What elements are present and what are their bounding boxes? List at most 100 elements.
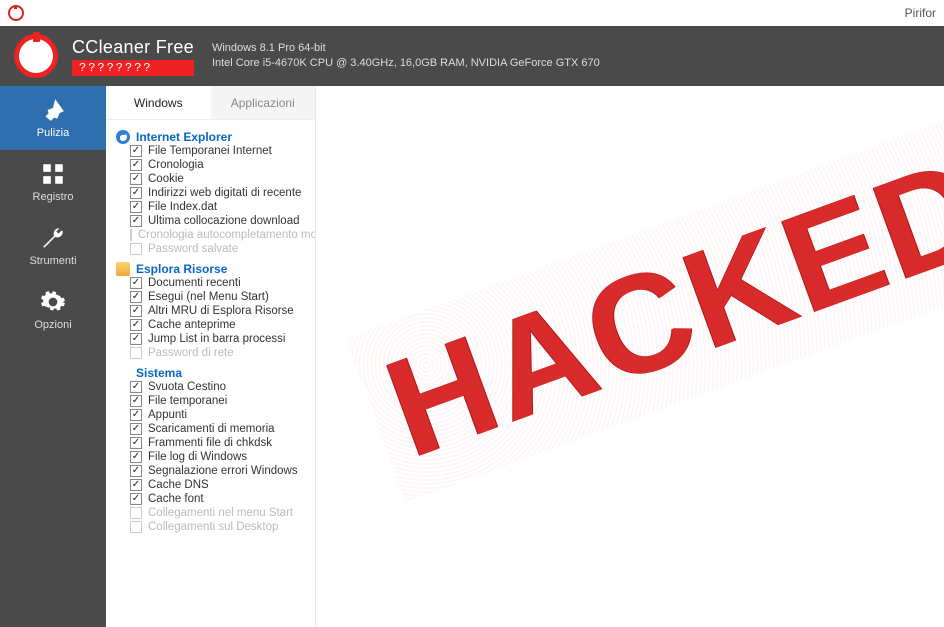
checkbox[interactable] bbox=[130, 347, 142, 359]
broom-icon bbox=[40, 97, 66, 123]
tab-windows[interactable]: Windows bbox=[106, 86, 211, 119]
list-item-label: Cache DNS bbox=[148, 479, 209, 491]
list-item[interactable]: Collegamenti sul Desktop bbox=[116, 520, 315, 534]
list-item-label: Cronologia autocompletamento mo bbox=[138, 229, 315, 241]
checkbox[interactable]: ✓ bbox=[130, 173, 142, 185]
tabs: Windows Applicazioni bbox=[106, 86, 315, 120]
list-item-label: Cache anteprime bbox=[148, 319, 236, 331]
checkbox[interactable]: ✓ bbox=[130, 159, 142, 171]
checkbox[interactable]: ✓ bbox=[130, 145, 142, 157]
list-item-label: File Temporanei Internet bbox=[148, 145, 272, 157]
sidebar: Pulizia Registro Strumenti Opzioni bbox=[0, 86, 106, 627]
sidebar-item-pulizia[interactable]: Pulizia bbox=[0, 86, 106, 150]
list-item[interactable]: ✓Cache font bbox=[116, 492, 315, 506]
list-item[interactable]: ✓ Jump List in barra processi bbox=[116, 332, 315, 346]
list-item-label: Appunti bbox=[148, 409, 187, 421]
list-item-label: File temporanei bbox=[148, 395, 227, 407]
list-item[interactable]: Password salvate bbox=[116, 242, 315, 256]
list-item[interactable]: ✓ Cronologia bbox=[116, 158, 315, 172]
list-item[interactable]: ✓ Cookie bbox=[116, 172, 315, 186]
sidebar-item-label: Pulizia bbox=[37, 127, 69, 139]
checkbox[interactable] bbox=[130, 243, 142, 255]
tab-applicazioni[interactable]: Applicazioni bbox=[211, 86, 316, 119]
checkbox[interactable] bbox=[130, 229, 132, 241]
list-item-label: Scaricamenti di memoria bbox=[148, 423, 275, 435]
section-sistema: Sistema ✓Svuota Cestino✓File temporanei✓… bbox=[116, 366, 315, 534]
list-item[interactable]: Password di rete bbox=[116, 346, 315, 360]
brand-label: Pirifor bbox=[905, 6, 936, 20]
checkbox[interactable] bbox=[130, 521, 142, 533]
list-item-label: Collegamenti nel menu Start bbox=[148, 507, 293, 519]
section-explorer: Esplora Risorse ✓Documenti recenti✓Esegu… bbox=[116, 262, 315, 360]
list-item-label: Svuota Cestino bbox=[148, 381, 226, 393]
checkbox[interactable] bbox=[130, 507, 142, 519]
list-item[interactable]: ✓ Scaricamenti di memoria bbox=[116, 422, 315, 436]
list-item[interactable]: ✓ File Temporanei Internet bbox=[116, 144, 315, 158]
sidebar-item-label: Opzioni bbox=[34, 319, 71, 331]
cleaning-list-scroll[interactable]: Internet Explorer ✓ File Temporanei Inter… bbox=[106, 120, 315, 627]
content: Windows Applicazioni Internet Explorer ✓… bbox=[106, 86, 944, 627]
section-title: Internet Explorer bbox=[136, 130, 232, 144]
list-item[interactable]: ✓ Frammenti file di chkdsk bbox=[116, 436, 315, 450]
list-item[interactable]: ✓ Ultima collocazione download bbox=[116, 214, 315, 228]
list-item-label: Indirizzi web digitati di recente bbox=[148, 187, 301, 199]
list-item[interactable]: ✓ Esegui (nel Menu Start) bbox=[116, 290, 315, 304]
list-item[interactable]: ✓ File temporanei bbox=[116, 394, 315, 408]
list-item-label: Frammenti file di chkdsk bbox=[148, 437, 272, 449]
grid-icon bbox=[40, 161, 66, 187]
checkbox[interactable]: ✓ bbox=[130, 201, 142, 213]
list-item-label: Ultima collocazione download bbox=[148, 215, 300, 227]
checkbox[interactable]: ✓ bbox=[130, 333, 142, 345]
checkbox[interactable]: ✓ bbox=[130, 465, 142, 477]
list-item-label: File log di Windows bbox=[148, 451, 247, 463]
list-item[interactable]: ✓Altri MRU di Esplora Risorse bbox=[116, 304, 315, 318]
section-title: Sistema bbox=[136, 366, 182, 380]
section-title: Esplora Risorse bbox=[136, 262, 227, 276]
wrench-icon bbox=[40, 225, 66, 251]
windows-icon bbox=[116, 366, 130, 380]
hacked-stamp-overlay: HACKED bbox=[367, 124, 944, 489]
list-item[interactable]: ✓ Cache DNS bbox=[116, 478, 315, 492]
checkbox[interactable]: ✓ bbox=[130, 381, 142, 393]
list-item[interactable]: ✓ Segnalazione errori Windows bbox=[116, 464, 315, 478]
app-header: CCleaner Free ???????? Windows 8.1 Pro 6… bbox=[0, 26, 944, 86]
list-item[interactable]: ✓File Index.dat bbox=[116, 200, 315, 214]
list-item[interactable]: ✓ Indirizzi web digitati di recente bbox=[116, 186, 315, 200]
list-item-label: Jump List in barra processi bbox=[148, 333, 285, 345]
checkbox[interactable]: ✓ bbox=[130, 277, 142, 289]
sidebar-item-opzioni[interactable]: Opzioni bbox=[0, 278, 106, 342]
folder-icon bbox=[116, 262, 130, 276]
checkbox[interactable]: ✓ bbox=[130, 319, 142, 331]
checkbox[interactable]: ✓ bbox=[130, 451, 142, 463]
list-item[interactable]: ✓ Svuota Cestino bbox=[116, 380, 315, 394]
section-ie: Internet Explorer ✓ File Temporanei Inter… bbox=[116, 130, 315, 256]
list-item[interactable]: ✓ Appunti bbox=[116, 408, 315, 422]
checkbox[interactable]: ✓ bbox=[130, 291, 142, 303]
list-item[interactable]: Cronologia autocompletamento mo bbox=[116, 228, 315, 242]
list-item[interactable]: ✓Documenti recenti bbox=[116, 276, 315, 290]
checkbox[interactable]: ✓ bbox=[130, 215, 142, 227]
checkbox[interactable]: ✓ bbox=[130, 409, 142, 421]
list-item[interactable]: Collegamenti nel menu Start bbox=[116, 506, 315, 520]
cleaning-list-panel: Windows Applicazioni Internet Explorer ✓… bbox=[106, 86, 316, 627]
ie-icon bbox=[116, 130, 130, 144]
gear-icon bbox=[40, 289, 66, 315]
sidebar-item-strumenti[interactable]: Strumenti bbox=[0, 214, 106, 278]
list-item[interactable]: ✓ File log di Windows bbox=[116, 450, 315, 464]
list-item-label: Esegui (nel Menu Start) bbox=[148, 291, 269, 303]
list-item[interactable]: ✓ Cache anteprime bbox=[116, 318, 315, 332]
checkbox[interactable]: ✓ bbox=[130, 305, 142, 317]
checkbox[interactable]: ✓ bbox=[130, 437, 142, 449]
sidebar-item-registro[interactable]: Registro bbox=[0, 150, 106, 214]
version-badge: ???????? bbox=[72, 60, 194, 76]
list-item-label: Cookie bbox=[148, 173, 184, 185]
list-item-label: Segnalazione errori Windows bbox=[148, 465, 298, 477]
checkbox[interactable]: ✓ bbox=[130, 493, 142, 505]
checkbox[interactable]: ✓ bbox=[130, 479, 142, 491]
app-title: CCleaner Free bbox=[72, 37, 194, 58]
list-item-label: Cronologia bbox=[148, 159, 204, 171]
sidebar-item-label: Strumenti bbox=[29, 255, 76, 267]
checkbox[interactable]: ✓ bbox=[130, 423, 142, 435]
checkbox[interactable]: ✓ bbox=[130, 187, 142, 199]
checkbox[interactable]: ✓ bbox=[130, 395, 142, 407]
